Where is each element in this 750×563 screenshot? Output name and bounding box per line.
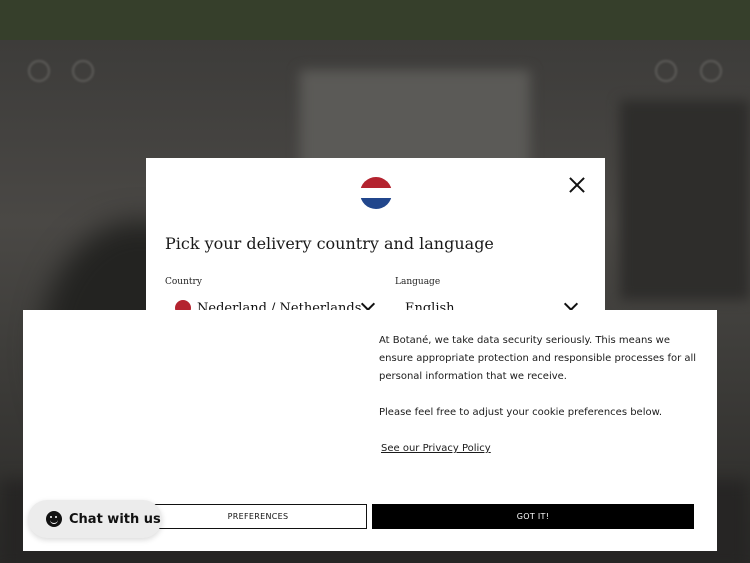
cookie-text: At Botané, we take data security serious… (379, 332, 699, 440)
language-label: Language (395, 277, 441, 287)
hero-wall (620, 100, 750, 300)
accept-cookies-button[interactable]: GOT IT! (372, 504, 694, 529)
announcement-bar (0, 0, 750, 40)
modal-title: Pick your delivery country and language (165, 234, 494, 253)
account-icon (655, 60, 677, 82)
chevron-down-icon (563, 296, 579, 312)
bag-icon (700, 60, 722, 82)
privacy-policy-link[interactable]: See our Privacy Policy (379, 443, 493, 454)
preferences-button[interactable]: PREFERENCES (149, 504, 367, 529)
chevron-down-icon (360, 296, 376, 312)
search-icon (72, 60, 94, 82)
chat-widget-button[interactable]: Chat with us (28, 500, 162, 538)
chat-label: Chat with us (69, 511, 161, 527)
netherlands-flag-icon (360, 177, 392, 209)
cookie-paragraph-security: At Botané, we take data security serious… (379, 335, 697, 382)
menu-icon (28, 60, 50, 82)
country-label: Country (165, 277, 202, 287)
close-icon[interactable] (569, 177, 585, 193)
cookie-paragraph-preferences: Please feel free to adjust your cookie p… (379, 407, 663, 418)
chat-icon (46, 511, 62, 527)
country-language-modal: Pick your delivery country and language … (146, 158, 605, 318)
